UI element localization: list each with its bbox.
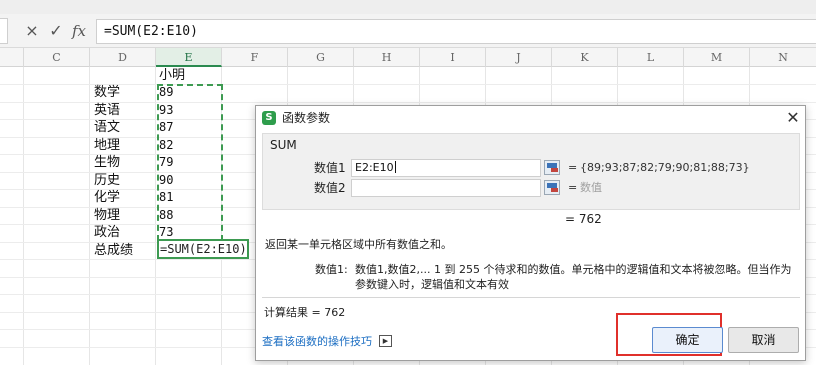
ok-button[interactable]: 确定 xyxy=(652,327,723,353)
cell-subject[interactable]: 生物 xyxy=(94,154,154,172)
cancel-icon[interactable]: × xyxy=(22,20,42,42)
function-arguments-dialog: S 函数参数 ✕ SUM 数值1 E2:E10 = {89;93;87;82;7… xyxy=(255,105,806,361)
dialog-titlebar[interactable]: S 函数参数 ✕ xyxy=(256,106,805,131)
cancel-button[interactable]: 取消 xyxy=(728,327,799,353)
column-header-i[interactable]: I xyxy=(420,48,486,67)
name-box[interactable] xyxy=(0,18,8,44)
column-header-l[interactable]: L xyxy=(618,48,684,67)
cell-subject[interactable]: 化学 xyxy=(94,189,154,207)
column-header: C D E F G H I J K L M N xyxy=(0,48,816,67)
column-header-b[interactable] xyxy=(0,48,24,67)
calculation-result: 计算结果 = 762 xyxy=(264,306,346,319)
cell-subject[interactable]: 语文 xyxy=(94,119,154,137)
column-header-d[interactable]: D xyxy=(90,48,156,67)
cell-subject[interactable]: 政治 xyxy=(94,224,154,242)
cell-subject[interactable]: 地理 xyxy=(94,137,154,155)
column-header-m[interactable]: M xyxy=(684,48,750,67)
column-header-n[interactable]: N xyxy=(750,48,816,67)
arg1-equals: = xyxy=(568,161,578,174)
arg2-evaluated-value: 数值 xyxy=(580,181,602,194)
column-header-j[interactable]: J xyxy=(486,48,552,67)
dialog-title: 函数参数 xyxy=(282,111,331,125)
arg1-label: 数值1 xyxy=(314,161,346,175)
cell-total-label[interactable]: 总成绩 xyxy=(94,242,154,260)
divider xyxy=(262,297,800,298)
cell-e1[interactable]: 小明 xyxy=(159,67,221,85)
formula-input[interactable]: =SUM(E2:E10) xyxy=(96,19,816,44)
cell-subject[interactable]: 历史 xyxy=(94,172,154,190)
play-video-icon[interactable]: ▶ xyxy=(379,335,392,347)
active-cell-editor[interactable]: =SUM(E2:E10) xyxy=(157,239,249,259)
cell-subject[interactable]: 数学 xyxy=(94,84,154,102)
arg2-label: 数值2 xyxy=(314,181,346,195)
cell-subject[interactable]: 物理 xyxy=(94,207,154,225)
function-name: SUM xyxy=(270,138,297,152)
column-header-f[interactable]: F xyxy=(222,48,288,67)
column-header-e[interactable]: E xyxy=(156,48,222,67)
column-header-c[interactable]: C xyxy=(24,48,90,67)
formula-bar: × ✓ fx =SUM(E2:E10) xyxy=(0,0,816,48)
column-header-g[interactable]: G xyxy=(288,48,354,67)
arg1-range-select-icon[interactable] xyxy=(544,160,560,175)
column-header-h[interactable]: H xyxy=(354,48,420,67)
toolbar-strip xyxy=(0,0,816,14)
function-description: 返回某一单元格区域中所有数值之和。 xyxy=(265,238,452,251)
arg2-input[interactable] xyxy=(351,179,541,197)
close-icon[interactable]: ✕ xyxy=(783,108,803,128)
confirm-icon[interactable]: ✓ xyxy=(46,20,66,42)
column-header-k[interactable]: K xyxy=(552,48,618,67)
arg1-evaluated-value: {89;93;87;82;79;90;81;88;73} xyxy=(580,161,750,174)
function-tips-link[interactable]: 查看该函数的操作技巧 xyxy=(262,334,372,349)
arg2-equals: = xyxy=(568,181,578,194)
insert-function-icon[interactable]: fx xyxy=(69,20,89,42)
selection-marquee xyxy=(157,84,223,241)
function-total-value: = 762 xyxy=(565,212,602,226)
cell-subject[interactable]: 英语 xyxy=(94,102,154,120)
arg2-range-select-icon[interactable] xyxy=(544,180,560,195)
argument-description: 数值1,数值2,... 1 到 255 个待求和的数值。单元格中的逻辑值和文本将… xyxy=(355,263,792,291)
arg1-input[interactable]: E2:E10 xyxy=(351,159,541,177)
app-logo-icon: S xyxy=(262,111,276,125)
argument-description-label: 数值1: xyxy=(315,263,348,276)
